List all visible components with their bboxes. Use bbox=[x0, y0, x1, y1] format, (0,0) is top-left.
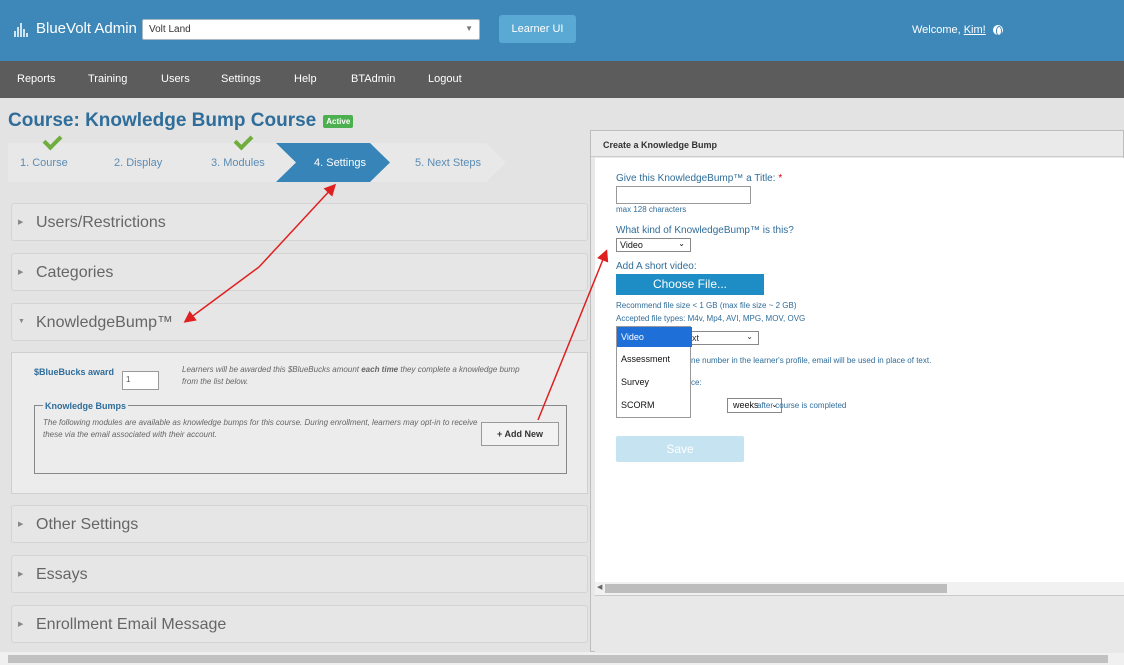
app-title: BlueVolt Admin bbox=[36, 20, 137, 37]
status-badge: Active bbox=[323, 114, 354, 128]
bluebucks-description: Learners will be awarded this $BlueBucks… bbox=[182, 365, 520, 386]
step-label-modules: 3. Modules bbox=[211, 157, 265, 169]
dialog-horizontal-scrollbar[interactable]: ◀ bbox=[595, 582, 1124, 595]
add-video-label: Add A short video: bbox=[616, 261, 697, 272]
save-button[interactable]: Save bbox=[616, 436, 744, 462]
nav-settings[interactable]: Settings bbox=[221, 73, 261, 85]
kb-kind-select[interactable]: Video ⌄ bbox=[616, 238, 691, 252]
scrollbar-thumb[interactable] bbox=[8, 655, 1108, 663]
chevron-right-icon: ▶ bbox=[18, 571, 24, 578]
dialog-body: Give this KnowledgeBump™ a Title: * max … bbox=[595, 158, 1124, 624]
chevron-down-icon: ▼ bbox=[465, 24, 473, 33]
fieldset-description: The following modules are available as k… bbox=[43, 418, 478, 439]
kind-dropdown-list: Video Assessment Survey SCORM bbox=[616, 326, 692, 418]
title-prompt: Give this KnowledgeBump™ a Title: * bbox=[616, 173, 783, 184]
section-label: Categories bbox=[36, 264, 114, 281]
nav-help[interactable]: Help bbox=[294, 73, 317, 85]
user-name-link[interactable]: Kim! bbox=[964, 24, 986, 36]
section-label: Enrollment Email Message bbox=[36, 616, 227, 633]
app-logo[interactable]: BlueVolt Admin bbox=[14, 20, 137, 37]
section-categories[interactable]: ▶ Categories bbox=[11, 253, 588, 291]
bluevolt-logo-icon bbox=[14, 21, 29, 37]
max-chars-hint: max 128 characters bbox=[616, 205, 687, 214]
chevron-right-icon: ▶ bbox=[18, 621, 24, 628]
welcome-prefix: Welcome, bbox=[912, 24, 961, 36]
dialog-title: Create a Knowledge Bump bbox=[591, 131, 1123, 157]
kind-select-value: Video bbox=[620, 240, 643, 250]
add-new-button[interactable]: + Add New bbox=[481, 422, 559, 446]
section-users-restrictions[interactable]: ▶ Users/Restrictions bbox=[11, 203, 588, 241]
nav-logout[interactable]: Logout bbox=[428, 73, 462, 85]
scrollbar-thumb[interactable] bbox=[605, 584, 947, 593]
page-horizontal-scrollbar[interactable] bbox=[0, 652, 1124, 665]
bluebucks-input[interactable]: 1 bbox=[122, 371, 159, 390]
dialog-footer bbox=[595, 595, 1124, 653]
knowledge-bumps-fieldset: Knowledge Bumps The following modules ar… bbox=[34, 401, 567, 474]
file-size-hint: Recommend file size < 1 GB (max file siz… bbox=[616, 301, 797, 310]
dropdown-option-scorm[interactable]: SCORM bbox=[617, 394, 692, 417]
notify-type-value: xt bbox=[692, 333, 700, 343]
dropdown-option-video[interactable]: Video bbox=[617, 327, 692, 347]
top-header: BlueVolt Admin Volt Land ▼ Learner UI We… bbox=[0, 0, 1124, 61]
weeks-value: weeks bbox=[733, 400, 759, 410]
welcome-message: Welcome, Kim! bbox=[912, 24, 1003, 36]
chevron-down-icon: ⌄ bbox=[746, 332, 753, 341]
file-types-hint: Accepted file types: M4v, Mp4, AVI, MPG,… bbox=[616, 314, 806, 323]
chevron-down-icon: ▼ bbox=[18, 318, 25, 325]
main-nav: Reports Training Users Settings Help BTA… bbox=[0, 61, 1124, 98]
site-select[interactable]: Volt Land ▼ bbox=[142, 19, 480, 40]
nav-users[interactable]: Users bbox=[161, 73, 190, 85]
nav-training[interactable]: Training bbox=[88, 73, 127, 85]
kb-title-input[interactable] bbox=[616, 186, 751, 204]
notify-description: ne number in the learner's profile, emai… bbox=[691, 356, 932, 365]
nav-btadmin[interactable]: BTAdmin bbox=[351, 73, 395, 85]
chevron-right-icon: ▶ bbox=[18, 269, 24, 276]
section-enrollment-email[interactable]: ▶ Enrollment Email Message bbox=[11, 605, 588, 643]
globe-icon[interactable] bbox=[992, 25, 1003, 36]
section-label: Users/Restrictions bbox=[36, 214, 166, 231]
step-label-next-steps: 5. Next Steps bbox=[415, 157, 482, 169]
step-label-display: 2. Display bbox=[114, 157, 163, 169]
chevron-right-icon: ▶ bbox=[18, 219, 24, 226]
scroll-left-icon[interactable]: ◀ bbox=[597, 583, 602, 591]
section-other-settings[interactable]: ▶ Other Settings bbox=[11, 505, 588, 543]
step-label-course: 1. Course bbox=[20, 157, 68, 169]
notify-type-select[interactable]: xt ⌄ bbox=[691, 331, 759, 345]
page-title: Course: Knowledge Bump Course Active bbox=[8, 110, 354, 132]
after-completed-label: after course is completed bbox=[757, 401, 847, 410]
nav-reports[interactable]: Reports bbox=[17, 73, 56, 85]
learner-ui-button[interactable]: Learner UI bbox=[499, 15, 576, 43]
step-label-settings: 4. Settings bbox=[314, 157, 366, 169]
fieldset-legend: Knowledge Bumps bbox=[43, 401, 129, 411]
chevron-down-icon: ⌄ bbox=[678, 239, 685, 248]
bluebucks-label: $BlueBucks award bbox=[34, 367, 115, 377]
choose-file-button[interactable]: Choose File... bbox=[616, 274, 764, 295]
knowledgebump-panel: $BlueBucks award 1 Learners will be awar… bbox=[11, 352, 588, 494]
section-essays[interactable]: ▶ Essays bbox=[11, 555, 588, 593]
section-knowledgebump[interactable]: ▼ KnowledgeBump™ bbox=[11, 303, 588, 341]
dropdown-option-assessment[interactable]: Assessment bbox=[617, 348, 692, 371]
chevron-right-icon: ▶ bbox=[18, 521, 24, 528]
section-label: Other Settings bbox=[36, 516, 139, 533]
dropdown-option-survey[interactable]: Survey bbox=[617, 371, 692, 394]
kind-prompt: What kind of KnowledgeBump™ is this? bbox=[616, 225, 794, 236]
site-select-value: Volt Land bbox=[149, 24, 191, 35]
notify-fragment: ce: bbox=[691, 378, 702, 387]
create-knowledge-bump-dialog: Create a Knowledge Bump Give this Knowle… bbox=[590, 130, 1124, 653]
course-title-text: Course: Knowledge Bump Course bbox=[8, 110, 317, 131]
section-label: KnowledgeBump™ bbox=[36, 314, 173, 331]
section-label: Essays bbox=[36, 566, 88, 583]
